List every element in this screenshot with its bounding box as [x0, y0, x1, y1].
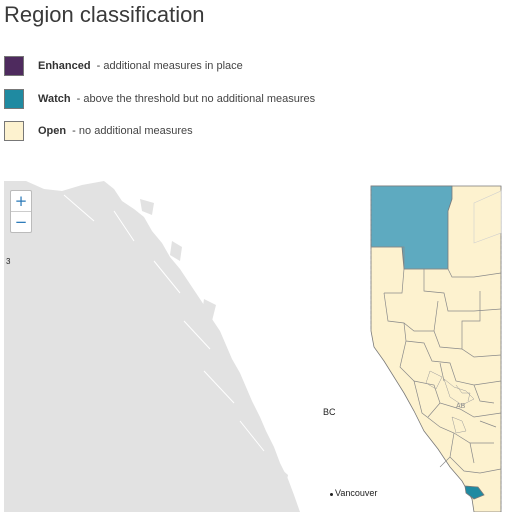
- legend-label-enhanced: Enhanced: [38, 60, 91, 72]
- legend-separator: -: [73, 93, 84, 105]
- edge-marker: 3: [6, 257, 11, 266]
- legend-swatch-open: [4, 121, 24, 141]
- legend-item-enhanced: Enhanced - additional measures in place: [4, 55, 243, 77]
- legend-separator: -: [69, 125, 79, 137]
- legend-desc-open: no additional measures: [78, 125, 193, 137]
- zoom-out-button[interactable]: −: [11, 211, 31, 232]
- legend-item-watch: Watch - above the threshold but no addit…: [4, 88, 315, 110]
- vancouver-marker: [330, 493, 333, 496]
- legend-label-open: Open: [38, 125, 67, 137]
- province-label-ab: AB: [456, 403, 466, 410]
- legend-swatch-enhanced: [4, 56, 24, 76]
- legend-item-open: Open - no additional measures: [4, 120, 193, 142]
- legend-desc-watch: above the threshold but no additional me…: [83, 93, 316, 105]
- legend-desc-enhanced: additional measures in place: [103, 60, 243, 72]
- legend-swatch-watch: [4, 89, 24, 109]
- legend-label-watch: Watch: [38, 93, 71, 105]
- zoom-in-button[interactable]: +: [11, 191, 31, 211]
- city-label-vancouver: Vancouver: [335, 488, 378, 498]
- page-title: Region classification: [4, 2, 205, 27]
- province-label-bc: BC: [323, 407, 336, 417]
- map-canvas[interactable]: [4, 181, 512, 512]
- region-map[interactable]: + − 3 BC AB Vancouver: [4, 181, 512, 512]
- zoom-control: + −: [10, 190, 32, 233]
- legend-separator: -: [93, 60, 104, 72]
